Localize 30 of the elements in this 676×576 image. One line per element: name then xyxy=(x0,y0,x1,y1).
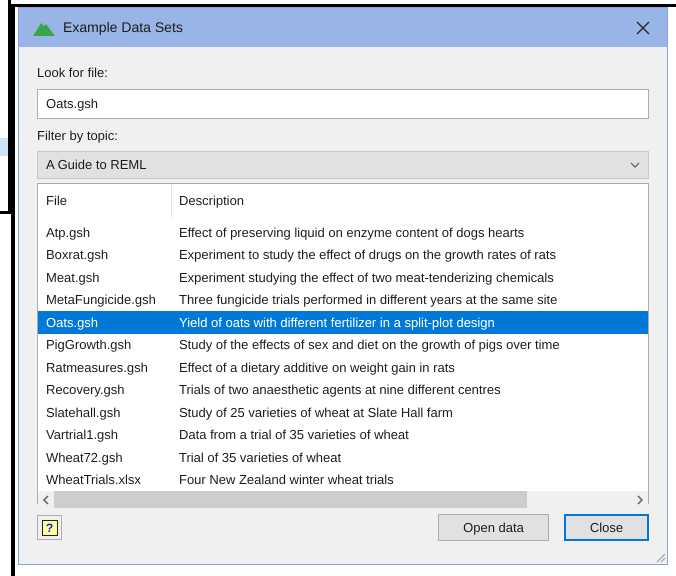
column-header[interactable]: File xyxy=(38,184,172,218)
field-label: Filter by topic: xyxy=(37,126,118,145)
field-label: Look for file: xyxy=(37,64,108,82)
resize-grip-icon[interactable] xyxy=(654,551,666,563)
file-row[interactable]: Boxrat.gsh Experiment to study the effect of drugs on the growth rates of rats xyxy=(38,244,648,266)
dialog-button[interactable]: Open data xyxy=(438,514,549,541)
file-row[interactable]: Ratmeasures.gsh Effect of a dietary additive on weight gain in rats xyxy=(38,356,648,378)
horizontal-scrollbar[interactable] xyxy=(38,491,648,508)
topic-dropdown[interactable]: A Guide to REML xyxy=(37,151,649,179)
dialog-button[interactable]: Close xyxy=(564,514,649,541)
file-row[interactable]: Atp.gsh Effect of preserving liquid on enzyme content of dogs hearts xyxy=(38,221,648,244)
file-row[interactable]: MetaFungicide.gsh Three fungicide trials performed in different years at the same site xyxy=(38,288,648,311)
scroll-left-icon[interactable] xyxy=(42,494,50,504)
file-row[interactable]: Recovery.gsh Trials of two anaesthetic agents at nine different centres xyxy=(38,378,648,401)
file-row[interactable]: Slatehall.gsh Study of 25 varieties of wheat at Slate Hall farm xyxy=(38,401,648,424)
column-header[interactable]: Description xyxy=(172,191,244,211)
scrollbar-thumb[interactable] xyxy=(54,491,527,508)
file-row[interactable]: Oats.gsh Yield of oats with different fertilizer in a split-plot design xyxy=(38,311,648,334)
scroll-right-icon[interactable] xyxy=(636,494,644,504)
input-field[interactable]: Oats.gsh xyxy=(37,88,649,118)
file-row[interactable]: Meat.gsh Experiment studying the effect of two meat-tenderizing chemicals xyxy=(38,266,648,288)
window-title: Example Data Sets xyxy=(63,18,183,37)
file-row[interactable]: PigGrowth.gsh Study of the effects of sex and diet on the growth of pigs over time xyxy=(38,334,648,356)
file-row[interactable]: WheatTrials.xlsx Four New Zealand winter wheat trials xyxy=(38,468,648,491)
file-row[interactable]: Wheat72.gsh Trial of 35 varieties of wheat xyxy=(38,446,648,468)
background-window-band xyxy=(0,138,8,156)
close-icon xyxy=(636,20,650,34)
help-button[interactable]: ? xyxy=(37,515,62,540)
file-row[interactable]: Vartrial1.gsh Data from a trial of 35 varieties of wheat xyxy=(38,424,648,446)
chevron-down-icon xyxy=(630,162,640,168)
